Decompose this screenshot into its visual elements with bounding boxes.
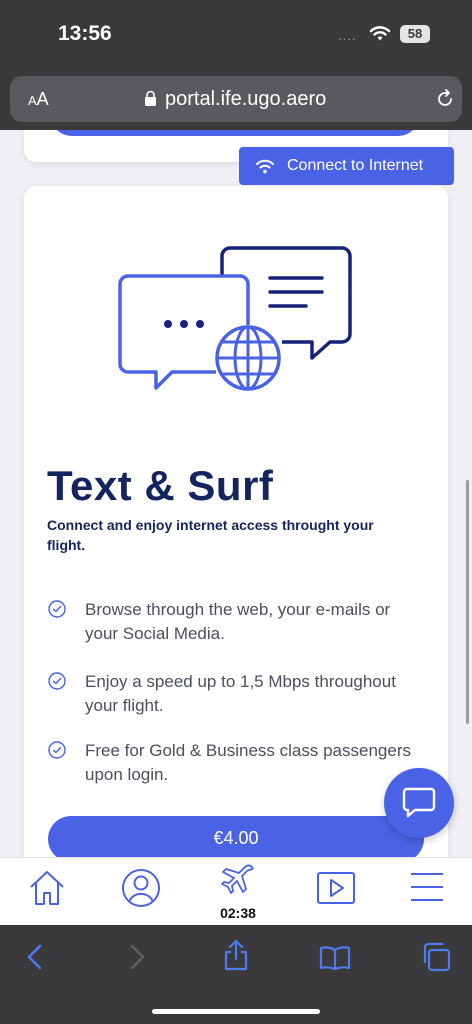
app-bottom-nav: 02:38 <box>0 857 472 925</box>
plane-icon[interactable] <box>218 861 258 901</box>
flight-time-remaining: 02:38 <box>220 905 256 921</box>
text-and-surf-card: Text & Surf Connect and enjoy internet a… <box>24 186 448 857</box>
chat-button[interactable] <box>384 768 454 838</box>
check-icon <box>48 741 66 759</box>
menu-icon[interactable] <box>410 871 444 903</box>
status-time: 13:56 <box>58 22 112 45</box>
check-icon <box>48 672 66 690</box>
wifi-icon <box>369 26 391 41</box>
forward-icon[interactable] <box>126 943 148 971</box>
connect-to-internet-button[interactable]: Connect to Internet <box>239 147 454 185</box>
wifi-icon <box>256 159 274 174</box>
url-text[interactable]: portal.ife.ugo.aero <box>165 88 326 111</box>
chat-illustration <box>118 246 352 391</box>
reload-icon[interactable] <box>434 88 456 110</box>
home-icon[interactable] <box>27 868 67 908</box>
scrollbar[interactable] <box>466 480 469 724</box>
browser-toolbar <box>0 925 472 1024</box>
cellular-signal-icon: .... <box>338 28 357 43</box>
globe-icon <box>215 325 281 391</box>
share-icon[interactable] <box>222 939 250 971</box>
reader-settings-button[interactable]: AA <box>28 89 49 110</box>
play-icon[interactable] <box>316 871 356 905</box>
chat-bubble-icon <box>402 787 436 818</box>
battery-indicator: 58 <box>400 25 430 43</box>
price-button[interactable]: €4.00 <box>48 816 424 857</box>
feature-text: Enjoy a speed up to 1,5 Mbps throughout … <box>85 672 396 715</box>
feature-text: Free for Gold & Business class passenger… <box>85 741 411 784</box>
back-icon[interactable] <box>24 943 46 971</box>
card-subtitle: Connect and enjoy internet access throug… <box>47 517 374 553</box>
web-page: Text & Surf Connect and enjoy internet a… <box>0 130 472 857</box>
connect-label: Connect to Internet <box>287 157 424 174</box>
home-indicator <box>152 1009 320 1014</box>
check-icon <box>48 600 66 618</box>
previous-card-button[interactable] <box>50 130 420 136</box>
browser-address-area: AA portal.ife.ugo.aero <box>0 72 472 130</box>
address-bar[interactable]: AA portal.ife.ugo.aero <box>10 76 462 122</box>
feature-text: Browse through the web, your e-mails or … <box>85 600 391 643</box>
bookmarks-icon[interactable] <box>319 945 351 971</box>
card-title: Text & Surf <box>47 462 274 509</box>
lock-icon <box>145 90 156 106</box>
profile-icon[interactable] <box>121 868 161 908</box>
tabs-icon[interactable] <box>420 941 452 973</box>
status-bar: 13:56 .... 58 <box>0 0 472 72</box>
